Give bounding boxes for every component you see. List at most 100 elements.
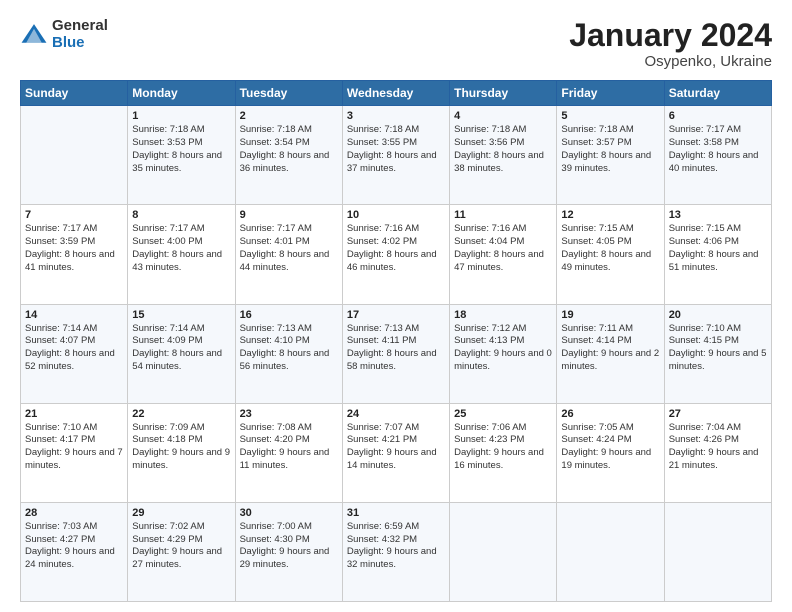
day-number: 11 [454, 209, 552, 221]
table-row: 20 Sunrise: 7:10 AMSunset: 4:15 PMDayligh… [664, 304, 771, 403]
day-number: 29 [132, 507, 230, 519]
day-info: Sunrise: 7:04 AMSunset: 4:26 PMDaylight:… [669, 422, 759, 471]
table-row: 24 Sunrise: 7:07 AMSunset: 4:21 PMDayligh… [342, 403, 449, 502]
table-row: 8 Sunrise: 7:17 AMSunset: 4:00 PMDaylight… [128, 205, 235, 304]
col-wednesday: Wednesday [342, 81, 449, 106]
day-number: 23 [240, 408, 338, 420]
logo: General Blue [20, 18, 108, 51]
calendar-week-3: 14Sunrise: 7:14 AMSunset: 4:07 PMDayligh… [21, 304, 772, 403]
day-number: 5 [561, 110, 659, 122]
day-info: Sunrise: 7:17 AMSunset: 4:01 PMDaylight:… [240, 223, 330, 272]
logo-icon [20, 21, 48, 49]
col-saturday: Saturday [664, 81, 771, 106]
table-row: 6 Sunrise: 7:17 AMSunset: 3:58 PMDaylight… [664, 106, 771, 205]
day-info: Sunrise: 7:15 AMSunset: 4:06 PMDaylight:… [669, 223, 759, 272]
day-info: Sunrise: 7:02 AMSunset: 4:29 PMDaylight:… [132, 521, 222, 570]
day-info: Sunrise: 7:10 AMSunset: 4:15 PMDaylight:… [669, 323, 767, 372]
table-row: 9 Sunrise: 7:17 AMSunset: 4:01 PMDaylight… [235, 205, 342, 304]
day-number: 18 [454, 309, 552, 321]
col-friday: Friday [557, 81, 664, 106]
table-row: 11 Sunrise: 7:16 AMSunset: 4:04 PMDayligh… [450, 205, 557, 304]
title-block: January 2024 Osypenko, Ukraine [569, 18, 772, 70]
day-number: 13 [669, 209, 767, 221]
calendar-week-4: 21 Sunrise: 7:10 AMSunset: 4:17 PMDayligh… [21, 403, 772, 502]
calendar-week-5: 28 Sunrise: 7:03 AMSunset: 4:27 PMDayligh… [21, 502, 772, 601]
table-row: 29 Sunrise: 7:02 AMSunset: 4:29 PMDayligh… [128, 502, 235, 601]
calendar-week-2: 7 Sunrise: 7:17 AMSunset: 3:59 PMDaylight… [21, 205, 772, 304]
table-row: 23 Sunrise: 7:08 AMSunset: 4:20 PMDayligh… [235, 403, 342, 502]
day-number: 8 [132, 209, 230, 221]
day-number: 30 [240, 507, 338, 519]
day-number: 21 [25, 408, 123, 420]
day-number: 9 [240, 209, 338, 221]
calendar-header-row: Sunday Monday Tuesday Wednesday Thursday… [21, 81, 772, 106]
day-number: 10 [347, 209, 445, 221]
day-number: 7 [25, 209, 123, 221]
day-number: 2 [240, 110, 338, 122]
day-info: Sunrise: 7:13 AMSunset: 4:11 PMDaylight:… [347, 323, 437, 372]
day-info: Sunrise: 7:13 AMSunset: 4:10 PMDaylight:… [240, 323, 330, 372]
col-monday: Monday [128, 81, 235, 106]
table-row: 14Sunrise: 7:14 AMSunset: 4:07 PMDayligh… [21, 304, 128, 403]
day-number: 22 [132, 408, 230, 420]
table-row: 1Sunrise: 7:18 AMSunset: 3:53 PMDaylight… [128, 106, 235, 205]
table-row: 31Sunrise: 6:59 AMSunset: 4:32 PMDayligh… [342, 502, 449, 601]
day-number: 19 [561, 309, 659, 321]
table-row [557, 502, 664, 601]
day-info: Sunrise: 7:17 AMSunset: 3:59 PMDaylight:… [25, 223, 115, 272]
col-tuesday: Tuesday [235, 81, 342, 106]
day-info: Sunrise: 7:18 AMSunset: 3:55 PMDaylight:… [347, 124, 437, 173]
title-month: January 2024 [569, 18, 772, 53]
table-row: 17Sunrise: 7:13 AMSunset: 4:11 PMDayligh… [342, 304, 449, 403]
title-location: Osypenko, Ukraine [569, 53, 772, 70]
table-row [664, 502, 771, 601]
table-row: 7 Sunrise: 7:17 AMSunset: 3:59 PMDaylight… [21, 205, 128, 304]
day-number: 20 [669, 309, 767, 321]
calendar-week-1: 1Sunrise: 7:18 AMSunset: 3:53 PMDaylight… [21, 106, 772, 205]
day-number: 25 [454, 408, 552, 420]
logo-general-text: General [52, 18, 108, 35]
day-info: Sunrise: 7:10 AMSunset: 4:17 PMDaylight:… [25, 422, 123, 471]
day-number: 28 [25, 507, 123, 519]
col-thursday: Thursday [450, 81, 557, 106]
day-info: Sunrise: 7:15 AMSunset: 4:05 PMDaylight:… [561, 223, 651, 272]
day-info: Sunrise: 7:18 AMSunset: 3:57 PMDaylight:… [561, 124, 651, 173]
table-row: 22 Sunrise: 7:09 AMSunset: 4:18 PMDayligh… [128, 403, 235, 502]
col-sunday: Sunday [21, 81, 128, 106]
day-info: Sunrise: 7:07 AMSunset: 4:21 PMDaylight:… [347, 422, 437, 471]
day-info: Sunrise: 7:18 AMSunset: 3:53 PMDaylight:… [132, 124, 222, 173]
table-row: 13 Sunrise: 7:15 AMSunset: 4:06 PMDayligh… [664, 205, 771, 304]
table-row: 10 Sunrise: 7:16 AMSunset: 4:02 PMDayligh… [342, 205, 449, 304]
calendar-table: Sunday Monday Tuesday Wednesday Thursday… [20, 80, 772, 602]
table-row: 12 Sunrise: 7:15 AMSunset: 4:05 PMDayligh… [557, 205, 664, 304]
table-row: 27 Sunrise: 7:04 AMSunset: 4:26 PMDayligh… [664, 403, 771, 502]
table-row: 18Sunrise: 7:12 AMSunset: 4:13 PMDayligh… [450, 304, 557, 403]
day-info: Sunrise: 7:03 AMSunset: 4:27 PMDaylight:… [25, 521, 115, 570]
table-row: 26Sunrise: 7:05 AMSunset: 4:24 PMDayligh… [557, 403, 664, 502]
day-number: 24 [347, 408, 445, 420]
day-info: Sunrise: 7:16 AMSunset: 4:04 PMDaylight:… [454, 223, 544, 272]
page: General Blue January 2024 Osypenko, Ukra… [0, 0, 792, 612]
day-info: Sunrise: 7:18 AMSunset: 3:56 PMDaylight:… [454, 124, 544, 173]
day-info: Sunrise: 7:14 AMSunset: 4:07 PMDaylight:… [25, 323, 115, 372]
table-row: 5 Sunrise: 7:18 AMSunset: 3:57 PMDaylight… [557, 106, 664, 205]
day-number: 12 [561, 209, 659, 221]
day-info: Sunrise: 7:16 AMSunset: 4:02 PMDaylight:… [347, 223, 437, 272]
logo-blue-text: Blue [52, 35, 108, 52]
day-number: 6 [669, 110, 767, 122]
table-row: 21 Sunrise: 7:10 AMSunset: 4:17 PMDayligh… [21, 403, 128, 502]
table-row: 30Sunrise: 7:00 AMSunset: 4:30 PMDayligh… [235, 502, 342, 601]
table-row [21, 106, 128, 205]
table-row: 4Sunrise: 7:18 AMSunset: 3:56 PMDaylight… [450, 106, 557, 205]
day-info: Sunrise: 7:09 AMSunset: 4:18 PMDaylight:… [132, 422, 230, 471]
day-info: Sunrise: 7:17 AMSunset: 3:58 PMDaylight:… [669, 124, 759, 173]
day-info: Sunrise: 7:11 AMSunset: 4:14 PMDaylight:… [561, 323, 659, 372]
day-info: Sunrise: 7:17 AMSunset: 4:00 PMDaylight:… [132, 223, 222, 272]
day-number: 27 [669, 408, 767, 420]
table-row: 2Sunrise: 7:18 AMSunset: 3:54 PMDaylight… [235, 106, 342, 205]
logo-text: General Blue [52, 18, 108, 51]
table-row: 3Sunrise: 7:18 AMSunset: 3:55 PMDaylight… [342, 106, 449, 205]
day-info: Sunrise: 7:06 AMSunset: 4:23 PMDaylight:… [454, 422, 544, 471]
day-info: Sunrise: 6:59 AMSunset: 4:32 PMDaylight:… [347, 521, 437, 570]
day-info: Sunrise: 7:08 AMSunset: 4:20 PMDaylight:… [240, 422, 330, 471]
